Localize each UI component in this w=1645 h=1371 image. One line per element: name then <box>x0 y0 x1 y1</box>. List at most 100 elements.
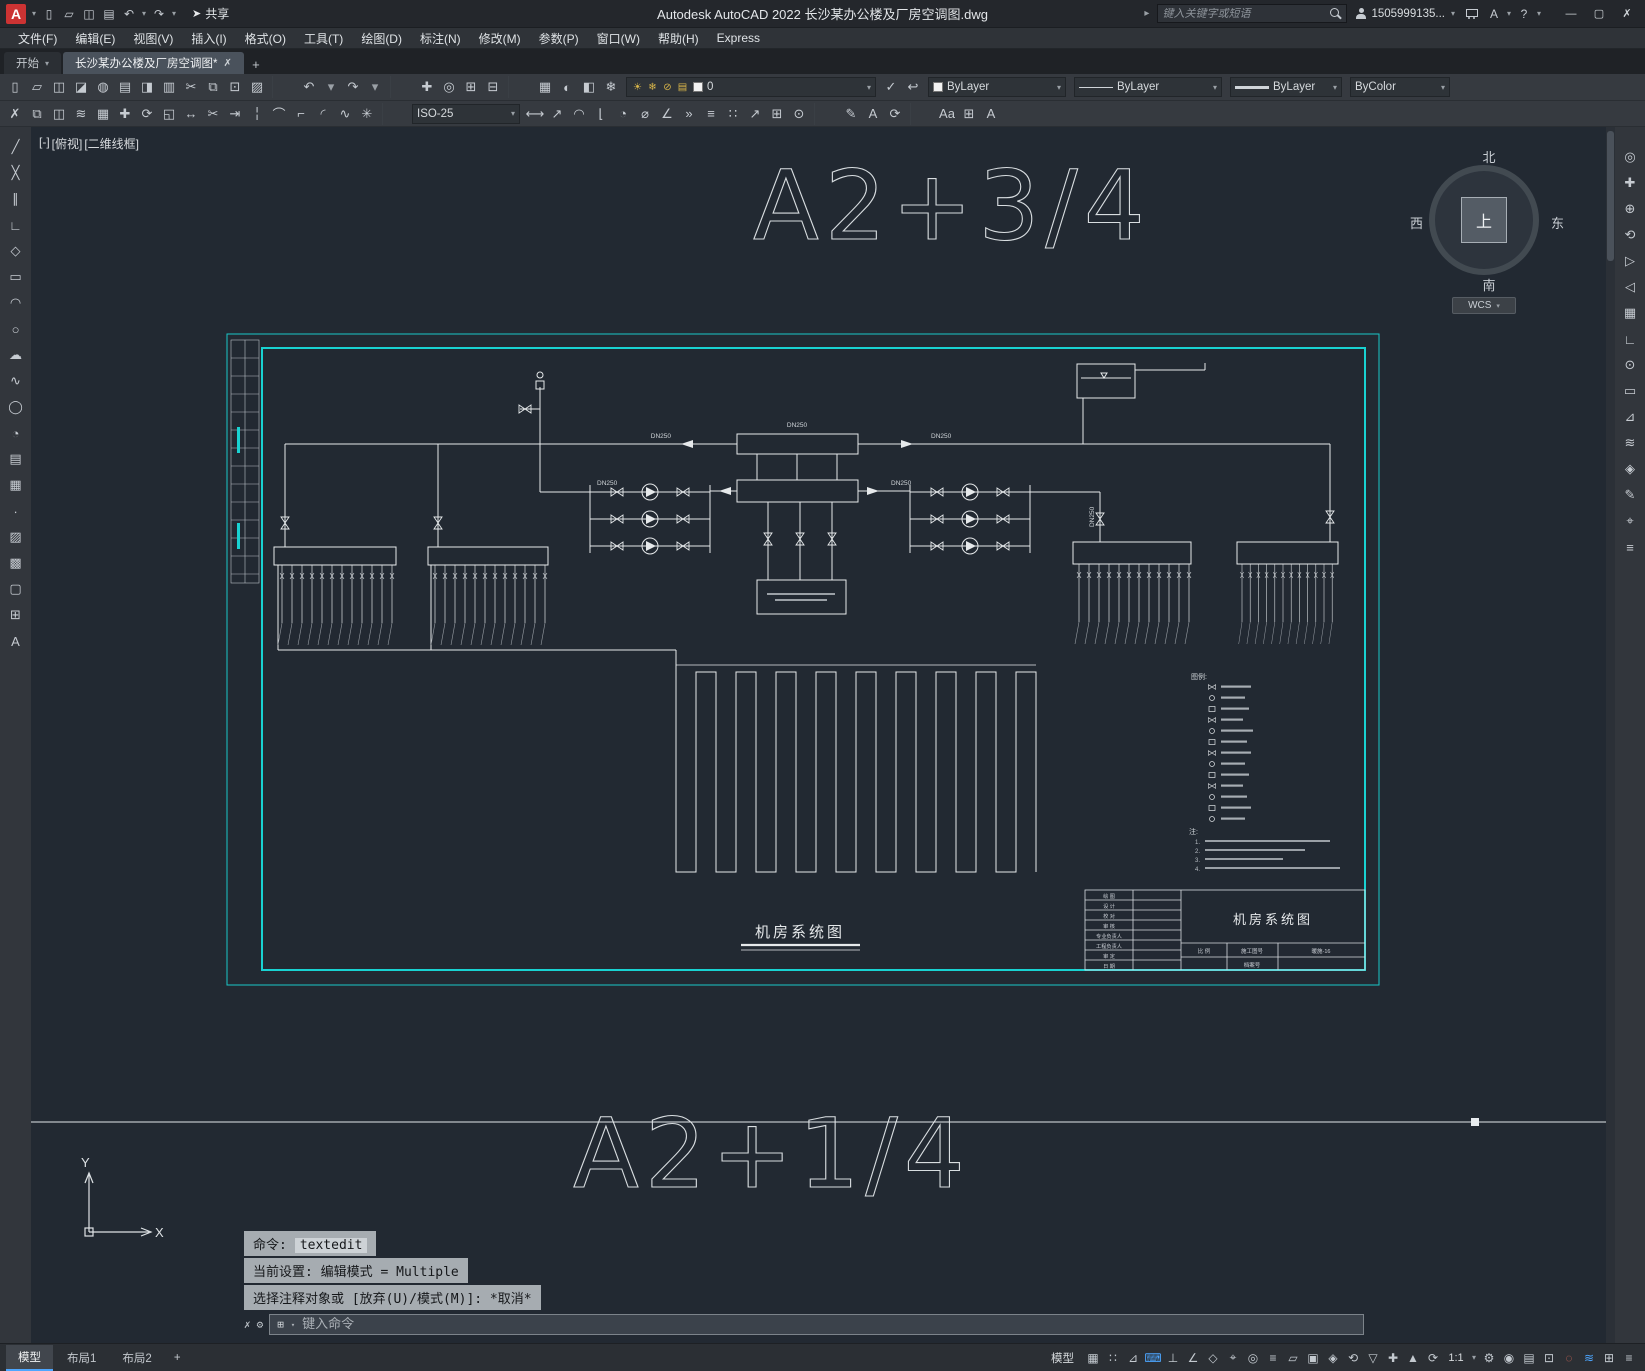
tool-sep3[interactable] <box>508 76 530 98</box>
menu-edit[interactable]: 编辑(E) <box>67 28 123 49</box>
menu-dimension[interactable]: 标注(N) <box>412 28 469 49</box>
status-infer-constraints[interactable]: ⊿ <box>1123 1347 1143 1369</box>
menu-express[interactable]: Express <box>709 29 768 47</box>
layer-combo-chevron-icon[interactable]: ▾ <box>867 83 871 92</box>
layout2-tab[interactable]: 布局2 <box>110 1346 163 1370</box>
drawtool-table[interactable]: ⊞ <box>4 603 28 627</box>
command-input-bar[interactable]: ⊞ ▾ <box>269 1314 1364 1335</box>
status-lineweight[interactable]: ≡ <box>1263 1347 1283 1369</box>
tool-undo-menu[interactable]: ▾ <box>320 76 342 98</box>
model-tab[interactable]: 模型 <box>6 1344 53 1371</box>
tool-extend[interactable]: ⇥ <box>224 103 246 125</box>
drawtool-make-block[interactable]: ▦ <box>4 473 28 497</box>
tool-sep2[interactable] <box>814 102 836 125</box>
tool-dim-radius[interactable]: ◔ <box>612 103 634 125</box>
navtool-offset[interactable]: ≋ <box>1618 431 1642 455</box>
tool-zoom-previous[interactable]: ⊟ <box>482 76 504 98</box>
dimstyle-combo-chevron-icon[interactable]: ▾ <box>511 109 515 118</box>
tool-layer-freeze[interactable]: ❄ <box>600 76 622 98</box>
tool-plot-preview[interactable]: ◨ <box>136 76 158 98</box>
drawtool-insert-block[interactable]: ▤ <box>4 447 28 471</box>
navtool-full-nav-wheel[interactable]: ◎ <box>1618 145 1642 169</box>
wcs-dropdown[interactable]: WCS ▾ <box>1452 297 1516 314</box>
navtool-area[interactable]: ⊿ <box>1618 405 1642 429</box>
viewcube-west[interactable]: 西 <box>1410 213 1423 232</box>
tool-sep1[interactable] <box>382 102 404 125</box>
dimstyle-combo[interactable]: ISO-25 ▾ <box>412 103 520 124</box>
tool-tolerance[interactable]: ⊞ <box>766 103 788 125</box>
tool-qnew[interactable]: ▯ <box>4 76 26 98</box>
status-grid[interactable]: ▦ <box>1083 1347 1103 1369</box>
viewcube-south[interactable]: 南 <box>1424 275 1554 294</box>
status-selection-cycling[interactable]: ▣ <box>1303 1347 1323 1369</box>
menu-file[interactable]: 文件(F) <box>10 28 65 49</box>
tool-trim[interactable]: ✂ <box>202 103 224 125</box>
qat-icon-redo-menu[interactable]: ▾ <box>170 4 178 24</box>
tool-make-current[interactable]: ✓ <box>880 76 902 98</box>
viewcube-north[interactable]: 北 <box>1424 147 1554 166</box>
tool-blend[interactable]: ∿ <box>334 103 356 125</box>
drawtool-hatch[interactable]: ▨ <box>4 525 28 549</box>
drawtool-rectangle[interactable]: ▭ <box>4 265 28 289</box>
tool-offset[interactable]: ≋ <box>70 103 92 125</box>
navtool-pan[interactable]: ✚ <box>1618 171 1642 195</box>
lineweight-combo-chevron-icon[interactable]: ▾ <box>1333 83 1337 92</box>
qat-icon-qnew[interactable]: ▯ <box>40 4 58 24</box>
tool-zoom-realtime[interactable]: ◎ <box>438 76 460 98</box>
status-dynamic-input[interactable]: ⌨ <box>1143 1347 1163 1369</box>
status-polar-tracking[interactable]: ∠ <box>1183 1347 1203 1369</box>
tool-dim-arc[interactable]: ◠ <box>568 103 590 125</box>
status-isodraft[interactable]: ◇ <box>1203 1347 1223 1369</box>
tool-mtext[interactable]: A <box>980 103 1002 125</box>
search-flyout-icon[interactable]: ▸ <box>1144 8 1149 19</box>
status-quick-properties[interactable]: ▤ <box>1519 1347 1539 1369</box>
layer-combo[interactable]: ☀ ❄ ⊘ ▤ 0 ▾ <box>626 77 876 97</box>
status-annotation-scale[interactable]: 1:1 <box>1443 1347 1469 1369</box>
tool-zoom-window[interactable]: ⊞ <box>460 76 482 98</box>
tool-sep3[interactable] <box>910 102 932 125</box>
menu-modify[interactable]: 修改(M) <box>471 28 529 49</box>
tool-explode[interactable]: ✳ <box>356 103 378 125</box>
navtool-world-ucs[interactable]: ⊙ <box>1618 353 1642 377</box>
status-dynamic-ucs[interactable]: ⟲ <box>1343 1347 1363 1369</box>
tool-mirror[interactable]: ◫ <box>48 103 70 125</box>
tool-scale[interactable]: ◱ <box>158 103 180 125</box>
status-isolate-objects[interactable]: ◌ <box>1559 1347 1579 1369</box>
tool-table[interactable]: ⊞ <box>958 103 980 125</box>
drawing-canvas[interactable]: A2+3/4 A2+1/4 DN250 DN250 DN250 DN250 DN… <box>31 127 1606 1343</box>
licon-layer-lock[interactable]: ⊘ <box>661 79 674 95</box>
qat-icon-save[interactable]: ◫ <box>80 4 98 24</box>
view-control[interactable]: [俯视] <box>52 135 83 152</box>
menu-help[interactable]: 帮助(H) <box>650 28 707 49</box>
tool-layer-isolate[interactable]: ◧ <box>578 76 600 98</box>
drawtool-construction-line[interactable]: ╳ <box>4 161 28 185</box>
command-input[interactable] <box>302 1317 1356 1332</box>
qat-icon-plot[interactable]: ▤ <box>100 4 118 24</box>
tool-pan[interactable]: ✚ <box>416 76 438 98</box>
linetype-combo[interactable]: ByLayer ▾ <box>1074 77 1222 97</box>
drawtool-ellipse[interactable]: ◯ <box>4 395 28 419</box>
tool-dim-aligned[interactable]: ↗ <box>546 103 568 125</box>
layout1-tab[interactable]: 布局1 <box>55 1346 108 1370</box>
tool-center-mark[interactable]: ⊙ <box>788 103 810 125</box>
navtool-center[interactable]: ⌖ <box>1618 509 1642 533</box>
drawtool-mtext[interactable]: A <box>4 629 28 653</box>
tool-dim-edit[interactable]: ✎ <box>840 103 862 125</box>
navtool-ucs[interactable]: ∟ <box>1618 327 1642 351</box>
status-osnap[interactable]: ◎ <box>1243 1347 1263 1369</box>
menu-format[interactable]: 格式(O) <box>237 28 294 49</box>
color-combo-chevron-icon[interactable]: ▾ <box>1057 83 1061 92</box>
navtool-measure[interactable]: ▭ <box>1618 379 1642 403</box>
search-box[interactable] <box>1157 4 1348 23</box>
tool-web-open[interactable]: ◍ <box>92 76 114 98</box>
drawtool-gradient[interactable]: ▩ <box>4 551 28 575</box>
navtool-list[interactable]: ≡ <box>1618 535 1642 559</box>
status-snap[interactable]: ∷ <box>1103 1347 1123 1369</box>
plotstyle-combo[interactable]: ByColor ▾ <box>1350 77 1450 97</box>
app-logo-icon[interactable]: A <box>6 3 26 24</box>
drawtool-point[interactable]: ∙ <box>4 499 28 523</box>
licon-layer-on[interactable]: ☀ <box>631 79 644 95</box>
tool-layer-off[interactable]: ◐ <box>556 76 578 98</box>
status-workspace[interactable]: ⚙ <box>1479 1347 1499 1369</box>
tool-redo-menu[interactable]: ▾ <box>364 76 386 98</box>
